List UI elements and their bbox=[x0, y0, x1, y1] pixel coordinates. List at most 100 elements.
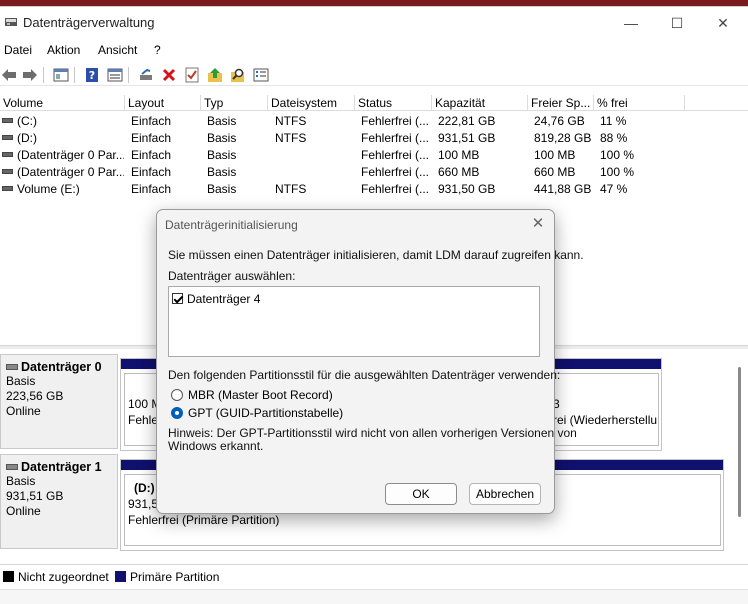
drive-icon bbox=[2, 169, 13, 175]
free-space-cell: 660 MB bbox=[534, 165, 576, 179]
mbr-label: MBR (Master Boot Record) bbox=[188, 388, 333, 402]
vertical-scrollbar[interactable] bbox=[738, 367, 741, 517]
search-icon[interactable] bbox=[229, 66, 247, 84]
cancel-button[interactable]: Abbrechen bbox=[469, 483, 541, 505]
partition-label-text: (D:) bbox=[134, 481, 155, 495]
ok-button[interactable]: OK bbox=[385, 483, 457, 505]
status-cell: Fehlerfrei (... bbox=[361, 114, 430, 128]
unallocated-swatch bbox=[3, 571, 14, 582]
view-icon[interactable] bbox=[106, 66, 124, 84]
mbr-option[interactable]: MBR (Master Boot Record) bbox=[171, 387, 333, 403]
filesystem-cell: NTFS bbox=[275, 131, 307, 145]
legend-primary-partition: Primäre Partition bbox=[130, 570, 220, 584]
disk-management-icon bbox=[5, 18, 17, 26]
dialog-close-button[interactable]: ✕ bbox=[528, 214, 548, 234]
type-cell: Basis bbox=[207, 131, 237, 145]
legend-unallocated: Nicht zugeordnet bbox=[18, 570, 109, 584]
disk-size: 931,51 GB bbox=[6, 489, 64, 503]
column-percent-free[interactable]: % frei bbox=[594, 95, 685, 111]
mbr-radio[interactable] bbox=[171, 389, 183, 401]
capacity-cell: 931,50 GB bbox=[438, 182, 496, 196]
type-cell: Basis bbox=[207, 165, 237, 179]
menu-view[interactable]: Ansicht bbox=[98, 43, 137, 57]
percent-free-cell: 100 % bbox=[600, 165, 635, 179]
disk-0-label[interactable]: Datenträger 0 Basis 223,56 GB Online bbox=[0, 354, 118, 449]
disk-type: Basis bbox=[6, 374, 36, 388]
partition-status-text: Fehle bbox=[128, 413, 159, 427]
layout-cell: Einfach bbox=[131, 114, 172, 128]
percent-free-cell: 11 % bbox=[600, 114, 627, 128]
disk-1-label[interactable]: Datenträger 1 Basis 931,51 GB Online bbox=[0, 454, 118, 549]
gpt-option[interactable]: GPT (GUID-Partitionstabelle) bbox=[171, 405, 343, 421]
disk-management-window: Datenträgerverwaltung — ☐ ✕ Datei Aktion… bbox=[0, 6, 748, 604]
column-status[interactable]: Status bbox=[355, 95, 432, 111]
disk-icon bbox=[6, 363, 18, 370]
menu-help[interactable]: ? bbox=[154, 43, 161, 57]
filesystem-cell: NTFS bbox=[275, 114, 307, 128]
disk-state: Online bbox=[6, 404, 41, 418]
type-cell: Basis bbox=[207, 114, 237, 128]
delete-icon[interactable] bbox=[160, 66, 178, 84]
percent-free-cell: 88 % bbox=[600, 131, 628, 145]
connect-icon[interactable] bbox=[137, 66, 155, 84]
back-icon[interactable] bbox=[0, 66, 18, 84]
volume-row[interactable]: Volume (E:) Einfach Basis NTFS Fehlerfre… bbox=[0, 181, 748, 198]
volume-row[interactable]: (D:) Einfach Basis NTFS Fehlerfrei (... … bbox=[0, 130, 748, 147]
drive-icon bbox=[2, 118, 13, 124]
gpt-label: GPT (GUID-Partitionstabelle) bbox=[188, 406, 344, 420]
drive-icon bbox=[2, 135, 13, 141]
disk-name: Datenträger 1 bbox=[21, 460, 102, 474]
volume-name: (D:) bbox=[17, 131, 37, 145]
legend: Nicht zugeordnet Primäre Partition bbox=[0, 564, 748, 584]
menu-action[interactable]: Aktion bbox=[47, 43, 80, 57]
volume-row[interactable]: (Datenträger 0 Par... Einfach Basis Fehl… bbox=[0, 147, 748, 164]
column-volume[interactable]: Volume bbox=[0, 95, 125, 111]
up-icon[interactable] bbox=[206, 66, 224, 84]
column-filesystem[interactable]: Dateisystem bbox=[268, 95, 355, 111]
title-bar: Datenträgerverwaltung — ☐ ✕ bbox=[0, 7, 748, 38]
drive-icon bbox=[2, 186, 13, 192]
percent-free-cell: 47 % bbox=[600, 182, 628, 196]
disk-size: 223,56 GB bbox=[6, 389, 64, 403]
disk-list-item[interactable]: Datenträger 4 bbox=[172, 291, 260, 306]
status-cell: Fehlerfrei (... bbox=[361, 165, 430, 179]
free-space-cell: 24,76 GB bbox=[534, 114, 585, 128]
minimize-button[interactable]: — bbox=[608, 11, 654, 35]
disk-name: Datenträger 0 bbox=[21, 360, 102, 374]
forward-icon[interactable] bbox=[21, 66, 39, 84]
primary-partition-swatch bbox=[115, 571, 126, 582]
filesystem-cell bbox=[275, 147, 355, 164]
toolbar-separator bbox=[74, 67, 75, 83]
column-free-space[interactable]: Freier Sp... bbox=[528, 95, 594, 111]
gpt-radio[interactable] bbox=[171, 407, 183, 419]
disk-checkbox[interactable] bbox=[172, 293, 183, 304]
status-cell: Fehlerfrei (... bbox=[361, 182, 430, 196]
layout-cell: Einfach bbox=[131, 148, 172, 162]
menu-file[interactable]: Datei bbox=[4, 43, 32, 57]
volume-name: (C:) bbox=[17, 114, 37, 128]
disk-listbox[interactable]: Datenträger 4 bbox=[168, 286, 540, 357]
volume-name-cell: (D:) bbox=[0, 130, 124, 147]
layout-cell: Einfach bbox=[131, 165, 172, 179]
free-space-cell: 100 MB bbox=[534, 148, 576, 162]
initialize-disk-dialog: Datenträgerinitialisierung ✕ Sie müssen … bbox=[156, 209, 584, 514]
list-icon[interactable] bbox=[252, 66, 270, 84]
volume-name-cell: (Datenträger 0 Par... bbox=[0, 147, 124, 164]
help-icon[interactable]: ? bbox=[83, 66, 101, 84]
volume-row[interactable]: (Datenträger 0 Par... Einfach Basis Fehl… bbox=[0, 164, 748, 181]
drive-icon bbox=[2, 152, 13, 158]
column-layout[interactable]: Layout bbox=[125, 95, 201, 111]
toolbar-separator bbox=[43, 67, 44, 83]
column-type[interactable]: Typ bbox=[201, 95, 268, 111]
status-bar bbox=[0, 589, 748, 604]
column-capacity[interactable]: Kapazität bbox=[432, 95, 528, 111]
maximize-button[interactable]: ☐ bbox=[654, 11, 700, 35]
check-icon[interactable] bbox=[183, 66, 201, 84]
volume-row[interactable]: (C:) Einfach Basis NTFS Fehlerfrei (... … bbox=[0, 113, 748, 130]
free-space-cell: 819,28 GB bbox=[534, 131, 592, 145]
close-button[interactable]: ✕ bbox=[700, 11, 746, 35]
capacity-cell: 931,51 GB bbox=[438, 131, 496, 145]
layout-cell: Einfach bbox=[131, 182, 172, 196]
properties-icon[interactable] bbox=[52, 66, 70, 84]
toolbar: ? bbox=[0, 64, 748, 86]
